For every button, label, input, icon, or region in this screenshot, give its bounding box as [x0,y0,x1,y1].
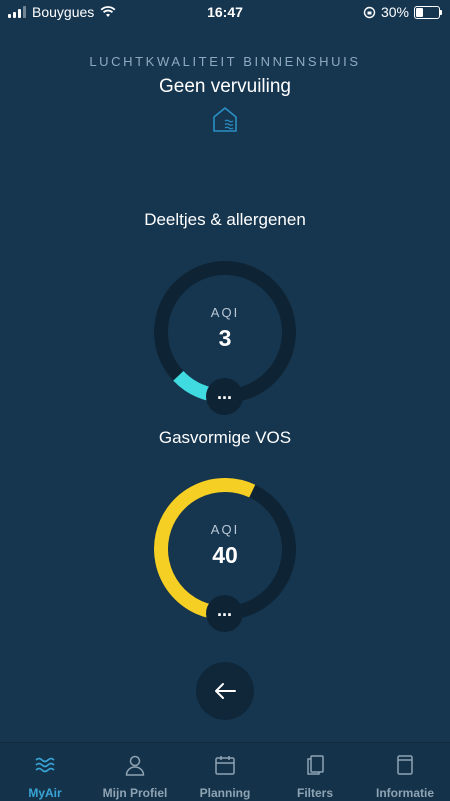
more-button-particles[interactable]: ... [206,378,243,415]
sensor-title-voc: Gasvormige VOS [158,428,292,447]
aqi-value: 3 [218,325,232,351]
aqi-label: AQI [210,305,240,320]
back-button[interactable] [196,662,254,720]
section-label: LUCHTKWALITEIT BINNENSHUIS [89,54,361,69]
tab-label: Mijn Profiel [102,786,168,800]
tab-profile[interactable]: Mijn Profiel [90,743,180,801]
aqi-label: AQI [210,522,240,537]
calendar-icon [215,756,235,775]
tab-planning[interactable]: Planning [180,743,270,801]
tab-filters[interactable]: Filters [270,743,360,801]
person-icon [125,755,145,776]
aqi-gauge-particles: AQI 3 ... [150,257,300,415]
aqi-gauge-voc: AQI 40 ... [150,474,300,632]
tab-myair[interactable]: MyAir [0,743,90,801]
tab-label: MyAir [28,786,62,800]
more-button-voc[interactable]: ... [206,595,243,632]
tab-information[interactable]: Informatie [360,743,450,801]
battery-percent: 30% [380,4,409,20]
arrow-left-icon [215,683,236,699]
home-air-icon [213,107,237,132]
tab-label: Informatie [375,786,434,800]
battery-level [416,7,423,17]
status-bar: Bouygues 16:47 30% [0,0,450,26]
status-right: 30% [363,4,442,20]
info-book-icon [397,755,413,775]
waves-icon [35,757,55,773]
tab-label: Planning [199,786,251,800]
battery-icon [414,5,442,19]
rotation-lock-icon [363,6,376,18]
air-quality-status: Geen vervuiling [158,76,292,97]
tab-label: Filters [296,786,333,800]
tab-bar: MyAir Mijn Profiel Planning Filters Info… [0,742,450,801]
sensor-title-particles: Deeltjes & allergenen [144,210,306,229]
filters-icon [307,755,324,775]
aqi-value: 40 [212,542,238,568]
